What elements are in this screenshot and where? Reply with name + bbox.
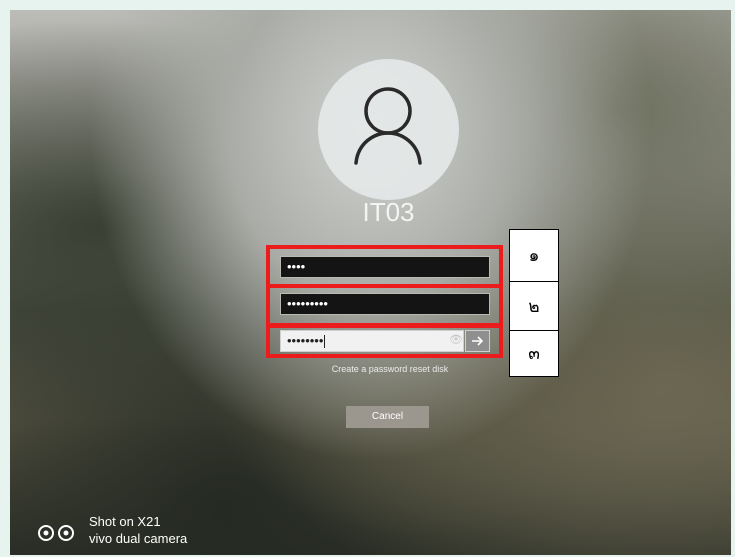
annotation-label-1: ๑ [509, 229, 559, 282]
highlight-box-2 [266, 284, 503, 328]
user-icon [354, 87, 422, 165]
highlight-box-3 [266, 323, 503, 358]
username-label: IT03 [362, 197, 415, 227]
user-avatar [318, 59, 459, 200]
password-reset-link[interactable]: Create a password reset disk [300, 364, 480, 374]
annotation-label-2: ๒ [509, 281, 559, 331]
annotation-label-3: ๓ [509, 330, 559, 377]
camera-logo-icon [38, 525, 74, 541]
watermark-line-2: vivo dual camera [89, 531, 188, 546]
cancel-button[interactable]: Cancel [346, 406, 429, 428]
highlight-box-1 [266, 245, 503, 288]
watermark-line-1: Shot on X21 [89, 514, 161, 529]
